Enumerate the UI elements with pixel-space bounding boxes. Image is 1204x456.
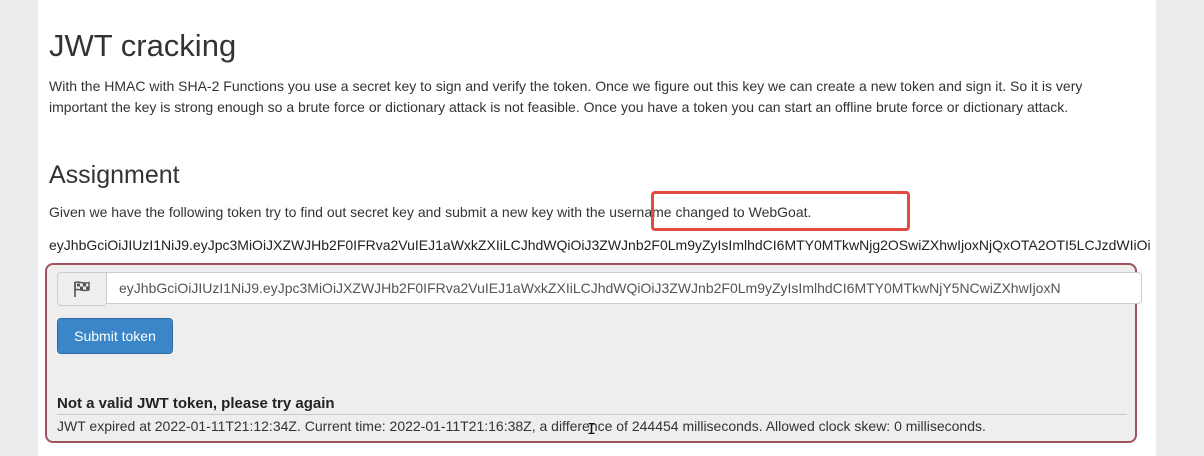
token-input[interactable]: [106, 272, 1142, 304]
text-cursor-icon: I: [587, 420, 597, 438]
assignment-heading: Assignment: [49, 161, 180, 189]
flag-icon: [57, 272, 106, 306]
submit-token-button[interactable]: Submit token: [57, 318, 173, 354]
lesson-intro: With the HMAC with SHA-2 Functions you u…: [49, 78, 1083, 115]
feedback-divider: [57, 414, 1127, 415]
annotation-highlight-box: [651, 191, 910, 231]
given-token: eyJhbGciOiJIUzI1NiJ9.eyJpc3MiOiJXZWJHb2F…: [49, 237, 1151, 253]
feedback-message: JWT expired at 2022-01-11T21:12:34Z. Cur…: [57, 418, 986, 434]
feedback-title: Not a valid JWT token, please try again: [57, 395, 335, 412]
token-input-group: [57, 272, 1142, 306]
lesson-page: JWT cracking With the HMAC with SHA-2 Fu…: [38, 0, 1156, 456]
attack-form: Submit token Not a valid JWT token, plea…: [45, 263, 1142, 443]
page-title: JWT cracking: [49, 28, 237, 63]
